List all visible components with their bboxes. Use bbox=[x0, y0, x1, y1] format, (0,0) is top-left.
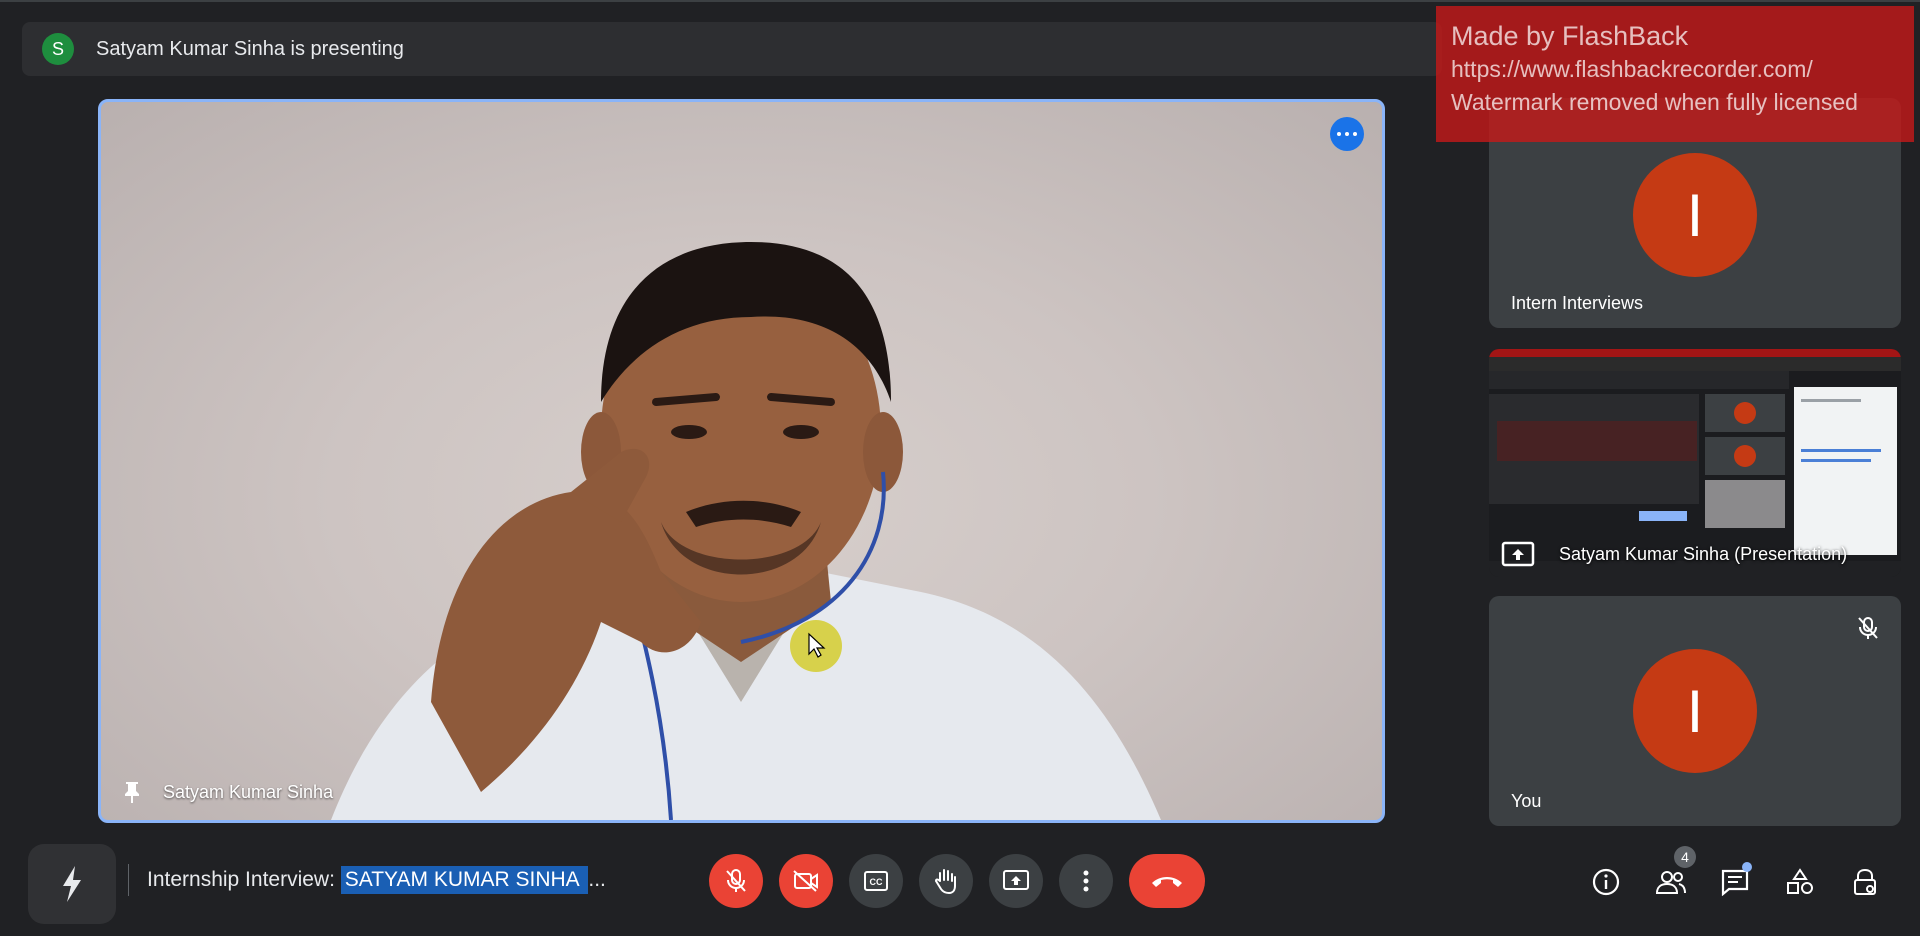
participant-tile-you[interactable]: I You bbox=[1489, 596, 1901, 826]
main-video-tile[interactable]: Satyam Kumar Sinha bbox=[98, 99, 1385, 823]
more-options-button[interactable] bbox=[1059, 854, 1113, 908]
meeting-controls-bar: Internship Interview: SATYAM KUMAR SINHA… bbox=[0, 836, 1920, 936]
leave-call-button[interactable] bbox=[1129, 854, 1205, 908]
avatar: I bbox=[1633, 153, 1757, 277]
presenting-text: Satyam Kumar Sinha is presenting bbox=[96, 37, 404, 60]
meeting-details-button[interactable] bbox=[1586, 862, 1626, 902]
watermark-line-3: Watermark removed when fully licensed bbox=[1451, 89, 1858, 115]
presenter-avatar: S bbox=[42, 33, 74, 65]
raise-hand-button[interactable] bbox=[919, 854, 973, 908]
cursor-highlight bbox=[790, 620, 842, 672]
watermark-line-2: https://www.flashbackrecorder.com/ bbox=[1451, 56, 1813, 82]
chat-unread-dot bbox=[1742, 862, 1752, 872]
avatar: I bbox=[1633, 649, 1757, 773]
camera-toggle-button[interactable] bbox=[779, 854, 833, 908]
people-button[interactable] bbox=[1651, 862, 1691, 902]
raise-hand-icon bbox=[934, 869, 956, 895]
presentation-label: Satyam Kumar Sinha (Presentation) bbox=[1501, 541, 1847, 567]
camera-off-icon bbox=[793, 870, 818, 892]
host-controls-icon bbox=[1854, 868, 1876, 895]
presentation-name: Satyam Kumar Sinha (Presentation) bbox=[1559, 543, 1848, 564]
more-vert-icon bbox=[1083, 870, 1089, 892]
captions-button[interactable]: CC bbox=[849, 854, 903, 908]
watermark-line-1: Made by FlashBack bbox=[1451, 21, 1689, 51]
participant-name: Intern Interviews bbox=[1511, 293, 1644, 313]
recorder-watermark: Made by FlashBack https://www.flashbackr… bbox=[1436, 6, 1914, 142]
present-now-button[interactable] bbox=[989, 854, 1043, 908]
present-screen-icon bbox=[1003, 870, 1029, 890]
presenting-banner: S Satyam Kumar Sinha is presenting bbox=[22, 22, 1442, 76]
people-icon bbox=[1655, 871, 1686, 894]
more-options-icon[interactable] bbox=[1330, 117, 1364, 151]
chat-icon bbox=[1721, 869, 1749, 896]
captions-icon: CC bbox=[864, 871, 888, 891]
presentation-tile[interactable]: Satyam Kumar Sinha (Presentation) bbox=[1489, 349, 1901, 577]
main-video-name: Satyam Kumar Sinha bbox=[163, 781, 334, 802]
present-screen-icon bbox=[1501, 541, 1535, 567]
main-video-name-label: Satyam Kumar Sinha bbox=[123, 780, 333, 804]
participant-video bbox=[331, 242, 1161, 820]
mic-toggle-button[interactable] bbox=[709, 854, 763, 908]
end-call-icon bbox=[1152, 877, 1182, 887]
top-edge bbox=[0, 0, 1920, 2]
meeting-title-highlight: SATYAM KUMAR SINHA bbox=[340, 866, 589, 894]
activities-button[interactable] bbox=[1780, 862, 1820, 902]
host-controls-button[interactable] bbox=[1845, 862, 1885, 902]
activities-icon bbox=[1787, 868, 1813, 894]
meeting-title-prefix: Internship Interview: bbox=[147, 868, 341, 891]
meeting-title-ellipsis: ... bbox=[588, 868, 606, 891]
svg-text:CC: CC bbox=[870, 877, 883, 887]
info-icon bbox=[1592, 868, 1620, 896]
pin-icon[interactable] bbox=[123, 780, 141, 804]
participant-name: You bbox=[1511, 791, 1542, 811]
mic-off-icon bbox=[1858, 617, 1878, 639]
meeting-title: Internship Interview: SATYAM KUMAR SINHA… bbox=[128, 864, 606, 896]
people-count-badge: 4 bbox=[1674, 846, 1696, 868]
app-logo-button[interactable] bbox=[28, 844, 116, 924]
app-logo-icon bbox=[63, 866, 81, 902]
cursor-icon bbox=[808, 632, 826, 658]
mic-off-icon bbox=[726, 869, 746, 892]
